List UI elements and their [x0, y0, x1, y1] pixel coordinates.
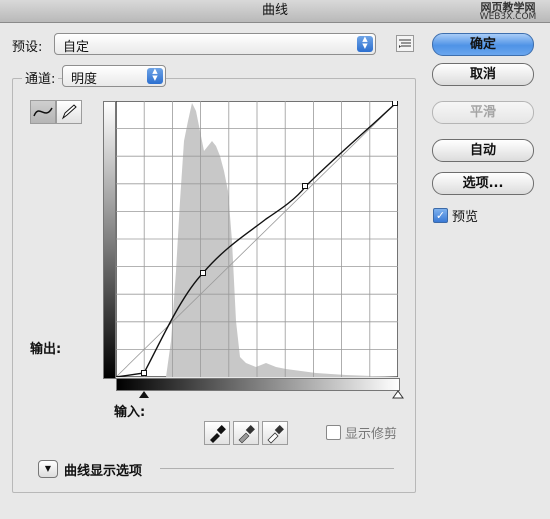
preset-label: 预设:: [12, 40, 43, 55]
watermark-line2: WEB3X.COM: [479, 12, 537, 22]
window-title-bar: 曲线: [0, 0, 550, 23]
curve-point-black[interactable]: [141, 370, 147, 376]
channel-value: 明度: [71, 72, 98, 87]
pencil-tool[interactable]: [56, 100, 82, 124]
curve-point-tool[interactable]: [30, 100, 56, 124]
preview-checkbox[interactable]: ✓: [433, 208, 448, 223]
white-eyedropper-icon: [267, 425, 284, 444]
white-eyedropper-button[interactable]: [262, 421, 288, 445]
watermark: 网页教学网 WEB3X.COM: [472, 2, 544, 22]
black-eyedropper-icon: [210, 425, 226, 443]
disclosure-triangle-icon[interactable]: ▼: [38, 460, 58, 478]
gray-eyedropper-button[interactable]: [233, 421, 259, 445]
input-gradient-bar: [116, 378, 400, 391]
auto-button[interactable]: 自动: [432, 139, 534, 162]
white-point-slider[interactable]: [392, 390, 404, 400]
preset-options-icon[interactable]: [396, 35, 414, 52]
preset-select[interactable]: 自定 ▲ ▼: [54, 33, 376, 55]
curve-point-mid[interactable]: [200, 270, 206, 276]
curve-point-white[interactable]: [392, 101, 398, 106]
show-clipping-checkbox[interactable]: [326, 425, 341, 440]
curve-point-high[interactable]: [302, 183, 308, 189]
window-title: 曲线: [261, 3, 288, 18]
pencil-icon: [61, 104, 77, 120]
channel-select[interactable]: 明度 ▲ ▼: [62, 65, 166, 87]
input-label: 输入:: [114, 405, 146, 420]
curve-display-options-label: 曲线显示选项: [64, 464, 143, 479]
gray-eyedropper-icon: [238, 425, 255, 444]
black-eyedropper-button[interactable]: [204, 421, 230, 445]
divider: [160, 468, 394, 469]
chevron-updown-icon: ▲ ▼: [147, 68, 163, 84]
cancel-button[interactable]: 取消: [432, 63, 534, 86]
output-label: 输出:: [30, 342, 62, 357]
black-point-slider[interactable]: [138, 390, 150, 400]
preset-value: 自定: [63, 40, 90, 55]
ok-button[interactable]: 确定: [432, 33, 534, 56]
show-clipping-label: 显示修剪: [345, 427, 398, 442]
curve-tool-icon: [33, 107, 53, 117]
smooth-button[interactable]: 平滑: [432, 101, 534, 124]
channel-label: 通道:: [22, 68, 59, 87]
options-button[interactable]: 选项...: [432, 172, 534, 195]
chevron-updown-icon: ▲ ▼: [357, 36, 373, 52]
preview-label: 预览: [452, 210, 479, 225]
curve-graph[interactable]: [116, 101, 398, 377]
output-gradient-bar: [103, 101, 116, 379]
